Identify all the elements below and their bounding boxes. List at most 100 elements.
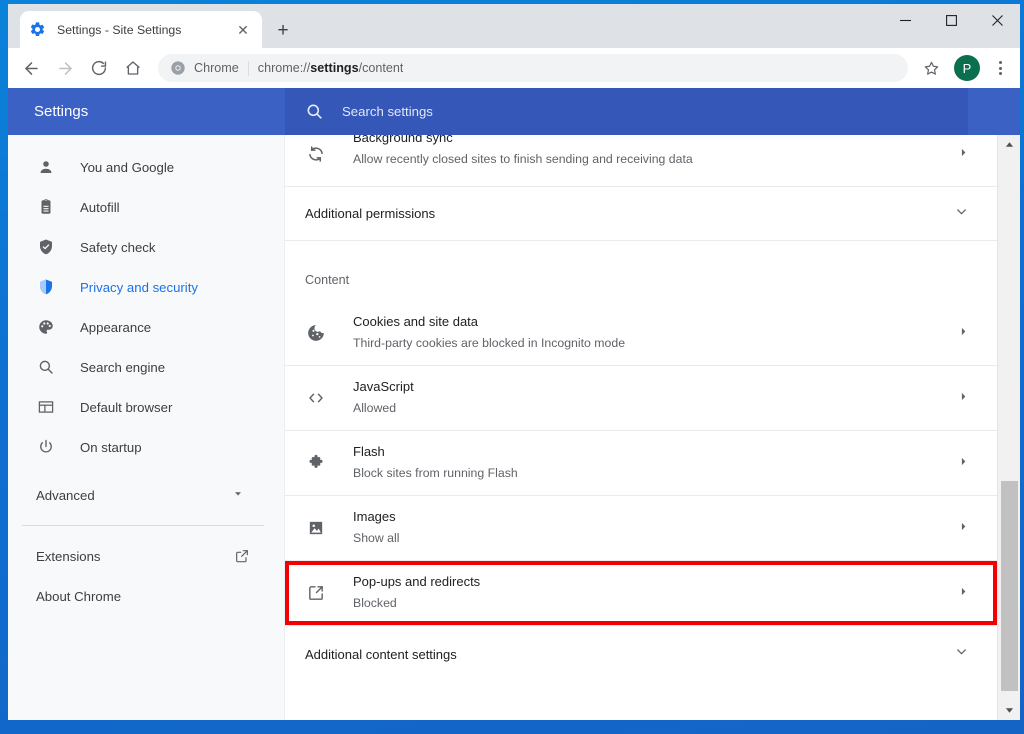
search-icon [305, 102, 324, 121]
puzzle-piece-icon [305, 452, 327, 474]
caret-up-icon[interactable] [998, 135, 1020, 154]
browser-window-icon [36, 397, 56, 417]
sidebar-item-default-browser[interactable]: Default browser [8, 387, 284, 427]
chrome-logo-icon [170, 60, 186, 76]
sidebar-item-privacy-and-security[interactable]: Privacy and security [8, 267, 284, 307]
sidebar-item-search-engine[interactable]: Search engine [8, 347, 284, 387]
chevron-right-icon [958, 326, 969, 340]
setting-subtitle: Third-party cookies are blocked in Incog… [353, 336, 626, 351]
main-content-scroll-area: Background sync Allow recently closed si… [285, 135, 1020, 720]
sidebar-item-label: Default browser [80, 399, 173, 415]
sidebar-item-about-chrome[interactable]: About Chrome [8, 576, 284, 616]
address-bar[interactable]: Chrome chrome://settings/content [158, 54, 908, 82]
section-additional-permissions[interactable]: Additional permissions [285, 187, 997, 241]
settings-body: You and Google Autofill Safety check Pri… [8, 135, 1020, 720]
tab-strip: Settings - Site Settings ✕ + [8, 4, 1020, 48]
setting-subtitle: Blocked [353, 596, 397, 611]
sidebar-item-label: You and Google [80, 159, 175, 175]
gear-icon [29, 21, 46, 38]
setting-subtitle: Show all [353, 531, 400, 546]
browser-toolbar: Chrome chrome://settings/content P [8, 48, 1020, 88]
browser-tab[interactable]: Settings - Site Settings ✕ [20, 11, 262, 48]
setting-subtitle: Allowed [353, 401, 397, 416]
chevron-down-icon [954, 644, 969, 664]
home-icon[interactable] [116, 51, 150, 85]
back-arrow-icon[interactable] [14, 51, 48, 85]
cookie-icon [305, 322, 327, 344]
setting-row-popups-and-redirects[interactable]: Pop-ups and redirects Blocked [285, 561, 997, 626]
sidebar-item-safety-check[interactable]: Safety check [8, 227, 284, 267]
code-brackets-icon [305, 387, 327, 409]
maximize-icon[interactable] [928, 4, 974, 36]
chevron-right-icon [958, 456, 969, 470]
security-label: Chrome [194, 61, 239, 75]
caret-down-icon[interactable] [998, 701, 1020, 720]
star-icon[interactable] [916, 53, 946, 83]
omnibox-divider [247, 60, 249, 76]
section-additional-content-settings[interactable]: Additional content settings [285, 626, 997, 682]
setting-title: Images [353, 509, 396, 525]
chevron-right-icon [958, 147, 969, 161]
close-icon[interactable]: ✕ [233, 20, 253, 40]
setting-title: Flash [353, 444, 385, 460]
window-controls [882, 4, 1020, 48]
setting-row-javascript[interactable]: JavaScript Allowed [285, 366, 997, 431]
setting-subtitle: Allow recently closed sites to finish se… [353, 151, 693, 166]
three-dot-menu-icon[interactable] [986, 53, 1014, 83]
vertical-scrollbar[interactable] [997, 135, 1020, 720]
chevron-down-icon [232, 488, 244, 503]
external-link-icon [234, 548, 250, 564]
section-label: Additional permissions [305, 206, 436, 221]
sidebar-item-on-startup[interactable]: On startup [8, 427, 284, 467]
sidebar-item-advanced[interactable]: Advanced [8, 475, 284, 515]
setting-title: JavaScript [353, 379, 414, 395]
page-title: Settings [34, 103, 89, 120]
palette-icon [36, 317, 56, 337]
sidebar-item-autofill[interactable]: Autofill [8, 187, 284, 227]
setting-subtitle: Block sites from running Flash [353, 466, 518, 481]
sidebar-item-label: Advanced [36, 487, 95, 503]
scrollbar-thumb[interactable] [1001, 481, 1018, 691]
sidebar-item-label: About Chrome [36, 588, 122, 604]
sidebar-item-label: Autofill [80, 199, 120, 215]
sidebar-item-label: Safety check [80, 239, 156, 255]
section-label: Additional content settings [305, 646, 457, 662]
sync-icon [305, 143, 327, 165]
setting-row-images[interactable]: Images Show all [285, 496, 997, 561]
url-text: chrome://settings/content [257, 61, 404, 75]
setting-title: Background sync [353, 135, 453, 145]
close-icon[interactable] [974, 4, 1020, 36]
setting-title: Pop-ups and redirects [353, 574, 481, 590]
sidebar-item-label: Search engine [80, 359, 166, 375]
tab-title: Settings - Site Settings [57, 22, 182, 37]
sidebar-item-label: On startup [80, 439, 142, 455]
avatar[interactable]: P [954, 55, 980, 81]
sidebar-item-appearance[interactable]: Appearance [8, 307, 284, 347]
setting-row-cookies-and-site-data[interactable]: Cookies and site data Third-party cookie… [285, 301, 997, 366]
image-icon [305, 517, 327, 539]
chevron-down-icon [954, 204, 969, 224]
person-icon [36, 157, 56, 177]
sidebar-divider [22, 525, 264, 526]
minimize-icon[interactable] [882, 4, 928, 36]
forward-arrow-icon [48, 51, 82, 85]
browser-window: Settings - Site Settings ✕ + Chrome chro… [8, 4, 1020, 720]
search-icon [36, 357, 56, 377]
settings-card: Background sync Allow recently closed si… [285, 135, 997, 720]
setting-title: Cookies and site data [353, 314, 479, 330]
chevron-right-icon [958, 391, 969, 405]
sidebar: You and Google Autofill Safety check Pri… [8, 135, 285, 720]
chevron-right-icon [958, 586, 969, 600]
new-tab-button[interactable]: + [270, 17, 296, 43]
search-input[interactable]: Search settings [285, 88, 968, 135]
chevron-right-icon [958, 521, 969, 535]
sidebar-item-label: Extensions [36, 548, 101, 564]
sidebar-item-extensions[interactable]: Extensions [8, 536, 284, 576]
setting-row-flash[interactable]: Flash Block sites from running Flash [285, 431, 997, 496]
sidebar-item-you-and-google[interactable]: You and Google [8, 147, 284, 187]
search-placeholder: Search settings [342, 104, 433, 119]
sidebar-item-label: Privacy and security [80, 279, 198, 295]
power-icon [36, 437, 56, 457]
setting-row-background-sync[interactable]: Background sync Allow recently closed si… [285, 135, 997, 187]
reload-icon[interactable] [82, 51, 116, 85]
